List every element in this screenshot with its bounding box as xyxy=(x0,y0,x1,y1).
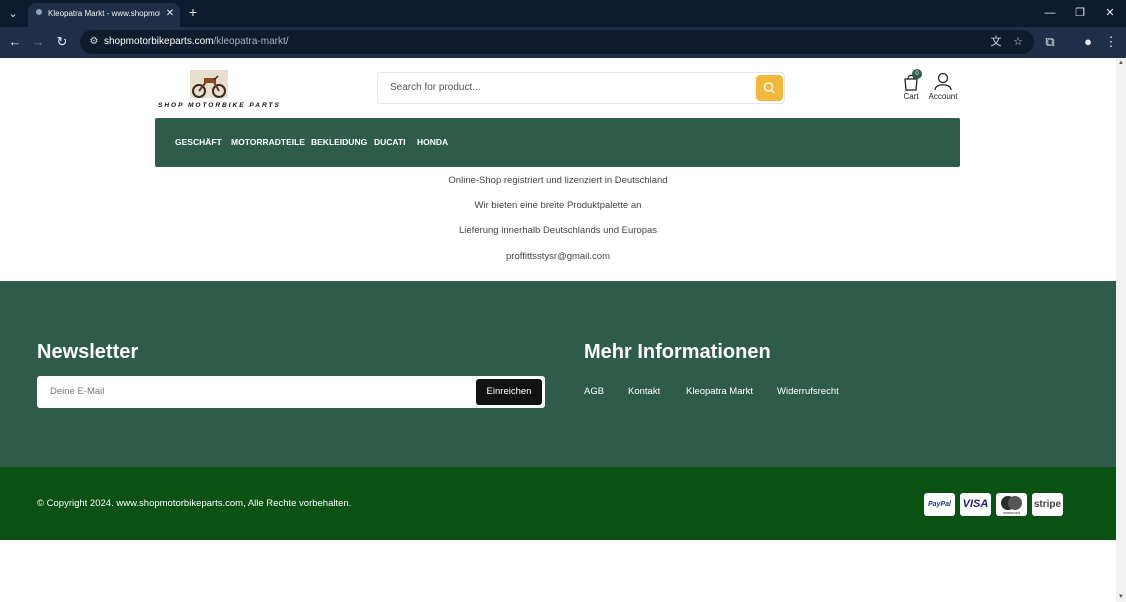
new-tab-plus-icon[interactable]: + xyxy=(186,5,200,19)
web-page: SHOP MOTORBIKE PARTS Search for product.… xyxy=(0,58,1116,602)
bookmark-star-icon[interactable]: ☆ xyxy=(1010,34,1026,50)
link-kontakt[interactable]: Kontakt xyxy=(628,386,660,397)
more-info-title: Mehr Informationen xyxy=(584,341,771,363)
url-path: /kleopatra-markt/ xyxy=(213,36,289,47)
site-info-tune-icon[interactable]: ⚙ xyxy=(86,34,102,50)
user-account-icon xyxy=(934,72,952,91)
newsletter-section: Newsletter Deine E-Mail Einreichen Mehr … xyxy=(0,281,1116,467)
logo-wordmark: SHOP MOTORBIKE PARTS xyxy=(158,102,281,109)
account-label: Account xyxy=(928,92,958,101)
browser-tab-bar: ⌄ Kleopatra Markt - www.shopmotorbikepar… xyxy=(0,0,1126,27)
footer-bottom-bar: © Copyright 2024. www.shopmotorbikeparts… xyxy=(0,467,1116,540)
copyright-text: © Copyright 2024. www.shopmotorbikeparts… xyxy=(37,498,352,509)
newsletter-email-input[interactable]: Deine E-Mail xyxy=(50,386,104,397)
search-button[interactable] xyxy=(756,75,783,101)
cart-count-badge: 0 xyxy=(912,69,922,79)
newsletter-submit-button[interactable]: Einreichen xyxy=(476,379,542,405)
paypal-logo-icon: PayPal xyxy=(924,493,955,516)
scroll-down-arrow-icon[interactable]: ▼ xyxy=(1118,594,1124,600)
product-search-box[interactable]: Search for product... xyxy=(377,72,785,104)
stripe-logo-icon: stripe xyxy=(1032,493,1063,516)
link-widerrufsrecht[interactable]: Widerrufsrecht xyxy=(777,386,839,397)
search-icon xyxy=(763,82,775,94)
site-logo[interactable]: SHOP MOTORBIKE PARTS xyxy=(156,68,281,110)
cart-button[interactable]: 0 Cart xyxy=(898,69,924,102)
tab-title: Kleopatra Markt - www.shopmotorbikeparts… xyxy=(48,9,160,18)
window-close-icon[interactable]: ✕ xyxy=(1100,4,1120,22)
window-restore-icon[interactable]: ❐ xyxy=(1070,4,1090,22)
visa-logo-icon: VISA xyxy=(960,493,991,516)
svg-text:mastercard: mastercard xyxy=(1003,511,1021,515)
mastercard-logo-icon: mastercard xyxy=(996,493,1027,516)
nav-item-ducati[interactable]: DUCATI xyxy=(374,137,405,147)
browser-menu-kebab-icon[interactable]: ⋮ xyxy=(1103,34,1119,50)
link-kleopatra-markt[interactable]: Kleopatra Markt xyxy=(686,386,753,397)
page-scrollbar[interactable]: ▲ ▼ xyxy=(1116,58,1126,602)
back-arrow-icon[interactable]: ← xyxy=(7,34,23,50)
search-input[interactable]: Search for product... xyxy=(390,82,481,93)
url-text[interactable]: shopmotorbikeparts.com/kleopatra-markt/ xyxy=(104,36,289,47)
account-button[interactable]: Account xyxy=(924,72,962,102)
reload-icon[interactable]: ↻ xyxy=(54,34,70,50)
nav-item-geschaeft[interactable]: GESCHÄFT xyxy=(175,137,222,147)
nav-item-bekleidung[interactable]: BEKLEIDUNG xyxy=(311,137,367,147)
main-navigation: GESCHÄFT MOTORRADTEILE BEKLEIDUNG DUCATI… xyxy=(155,118,960,167)
nav-item-motorradteile[interactable]: MOTORRADTEILE xyxy=(231,137,305,147)
url-domain: shopmotorbikeparts.com xyxy=(104,36,214,47)
nav-item-honda[interactable]: HONDA xyxy=(417,137,448,147)
browser-tab-active[interactable]: Kleopatra Markt - www.shopmotorbikeparts… xyxy=(28,3,180,27)
scroll-up-arrow-icon[interactable]: ▲ xyxy=(1118,60,1124,66)
window-minimize-icon[interactable]: — xyxy=(1040,4,1060,22)
newsletter-title: Newsletter xyxy=(37,341,139,363)
tab-close-icon[interactable]: ✕ xyxy=(164,7,176,21)
contact-email-text: proffittsstysr@gmail.com xyxy=(506,251,610,262)
motorbike-logo-icon xyxy=(190,70,228,98)
forward-arrow-icon[interactable]: → xyxy=(30,34,46,50)
tab-search-chevron-icon[interactable]: ⌄ xyxy=(4,5,22,23)
address-bar[interactable]: ⚙ shopmotorbikeparts.com/kleopatra-markt… xyxy=(80,30,1034,54)
info-registered-text: Online-Shop registriert und lizenziert i… xyxy=(448,175,668,186)
profile-icon[interactable]: ● xyxy=(1080,34,1096,50)
info-delivery-text: Lieferung innerhalb Deutschlands und Eur… xyxy=(458,225,658,236)
site-favicon-icon xyxy=(36,9,42,15)
translate-icon[interactable]: ⽂ xyxy=(988,34,1004,50)
extensions-icon[interactable]: ⧉ xyxy=(1042,34,1058,50)
cart-label: Cart xyxy=(903,92,919,101)
browser-toolbar: ← → ↻ ⚙ shopmotorbikeparts.com/kleopatra… xyxy=(0,27,1126,58)
info-range-text: Wir bieten eine breite Produktpalette an xyxy=(474,200,642,211)
link-agb[interactable]: AGB xyxy=(584,386,604,397)
newsletter-form: Deine E-Mail Einreichen xyxy=(37,376,545,408)
